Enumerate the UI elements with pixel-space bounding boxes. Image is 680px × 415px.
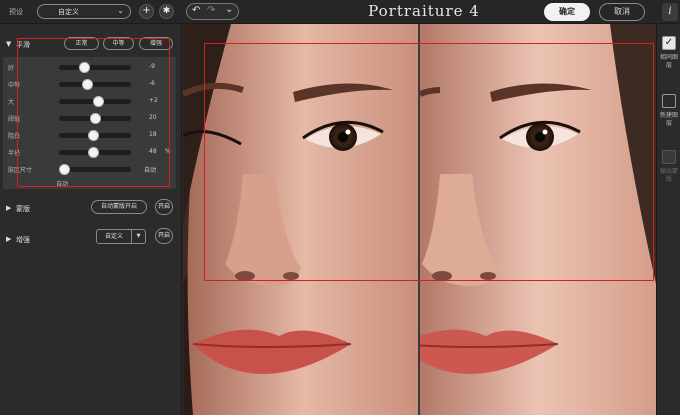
preset-settings-button[interactable]: ✱ — [159, 4, 174, 19]
settings-panel: ▼ 平滑 正常 中等 增强 好 -9 中等 -6 大 +2 阈值 20 阻白 1… — [0, 24, 182, 415]
info-button[interactable]: i — [662, 3, 678, 21]
slider-value: 20 — [149, 114, 157, 121]
ok-button[interactable]: 确定 — [544, 3, 590, 21]
slider-value: 18 — [149, 131, 157, 138]
preset-select[interactable]: 自定义 ⌄ — [37, 4, 131, 19]
gear-icon: ✱ — [162, 6, 171, 16]
enhance-preset-select[interactable]: 自定义 ▼ — [96, 229, 146, 244]
add-preset-button[interactable]: + — [139, 4, 154, 19]
slider-track[interactable] — [59, 79, 131, 90]
slider-label: 大 — [8, 99, 15, 106]
slider-label: 阻白 — [8, 133, 21, 140]
portrait-photo-retouched — [420, 24, 656, 415]
slider-knob[interactable] — [59, 164, 70, 175]
preset-medium-button[interactable]: 中等 — [103, 37, 134, 50]
preset-normal-button[interactable]: 正常 — [64, 37, 99, 50]
preset-label: 预设 — [9, 8, 23, 16]
output-mask-label: 输出蒙版 — [659, 168, 678, 183]
new-layer-label: 新建图层 — [659, 112, 678, 127]
slider-label: 好 — [8, 65, 15, 72]
expand-triangle-icon: ▶ — [6, 235, 12, 243]
new-layer-checkbox[interactable] — [662, 94, 676, 108]
preset-value: 自定义 — [58, 8, 79, 16]
history-chevron-icon[interactable]: ⌄ — [225, 4, 233, 15]
mask-toggle-button[interactable]: 开启 — [155, 199, 173, 215]
same-layer-label: 相同图层 — [659, 54, 678, 69]
chevron-down-icon: ⌄ — [117, 6, 124, 15]
slider-knob[interactable] — [82, 79, 94, 90]
slider-track[interactable] — [59, 113, 131, 124]
portrait-photo-original — [183, 24, 419, 415]
slider-knob[interactable] — [88, 130, 100, 141]
slider-row: 大 +2 — [3, 94, 176, 108]
auto-label: 自动 — [56, 181, 69, 188]
slider-knob[interactable] — [93, 96, 105, 107]
cancel-button[interactable]: 取消 — [599, 3, 645, 21]
slider-knob[interactable] — [78, 62, 90, 73]
slider-row: 阻白 18 — [3, 128, 176, 142]
slider-row: 好 -9 — [3, 60, 176, 74]
slider-label: 中等 — [8, 82, 21, 89]
slider-value: 48 — [149, 148, 157, 155]
slider-track[interactable] — [59, 164, 131, 175]
slider-value: +2 — [149, 97, 158, 104]
slider-unit: % — [165, 148, 171, 155]
slider-label: 阈值 — [8, 116, 21, 123]
slider-value: 自动 — [144, 167, 157, 174]
smoothing-title: 平滑 — [16, 41, 30, 49]
slider-track[interactable] — [59, 62, 131, 73]
slider-row: 中等 -6 — [3, 77, 176, 91]
output-panel: ✓ 相同图层 新建图层 输出蒙版 — [656, 24, 680, 415]
undo-redo-group: ↶ ↷ ⌄ — [186, 3, 239, 20]
app-title: Portraiture 4 — [368, 2, 480, 20]
same-layer-checkbox[interactable]: ✓ — [662, 36, 676, 50]
slider-knob[interactable] — [88, 147, 100, 158]
enhance-preset-value: 自定义 — [105, 233, 124, 240]
before-preview[interactable] — [183, 24, 419, 415]
split-divider[interactable] — [418, 24, 420, 415]
slider-track[interactable] — [59, 130, 131, 141]
slider-track[interactable] — [59, 96, 131, 107]
smoothing-sliders: 好 -9 中等 -6 大 +2 阈值 20 阻白 18 半径 48 % 肤区尺寸… — [3, 57, 176, 189]
top-toolbar: 预设 自定义 ⌄ + ✱ ↶ ↷ ⌄ Portraiture 4 确定 取消 i — [0, 0, 680, 24]
slider-label: 半径 — [8, 150, 21, 157]
enhance-toggle-button[interactable]: 开启 — [155, 228, 173, 244]
slider-row: 阈值 20 — [3, 111, 176, 125]
slider-value: -9 — [149, 63, 155, 70]
slider-track[interactable] — [59, 147, 131, 158]
mask-title: 蒙版 — [16, 205, 30, 213]
slider-knob[interactable] — [89, 113, 101, 124]
slider-label: 肤区尺寸 — [8, 167, 33, 174]
preset-strong-button[interactable]: 增强 — [139, 37, 173, 50]
plus-icon: + — [142, 5, 151, 16]
redo-icon[interactable]: ↷ — [207, 5, 215, 16]
output-mask-checkbox[interactable] — [662, 150, 676, 164]
slider-row: 肤区尺寸 自动 — [3, 162, 176, 176]
auto-mask-button[interactable]: 自动蒙版开启 — [91, 200, 147, 214]
enhance-title: 增强 — [16, 236, 30, 244]
dropdown-arrow-icon: ▼ — [131, 230, 145, 243]
collapse-triangle-icon: ▼ — [6, 40, 12, 48]
slider-value: -6 — [149, 80, 155, 87]
slider-row: 半径 48 % — [3, 145, 176, 159]
expand-triangle-icon: ▶ — [6, 204, 12, 212]
undo-icon[interactable]: ↶ — [192, 5, 200, 16]
after-preview[interactable] — [420, 24, 656, 415]
